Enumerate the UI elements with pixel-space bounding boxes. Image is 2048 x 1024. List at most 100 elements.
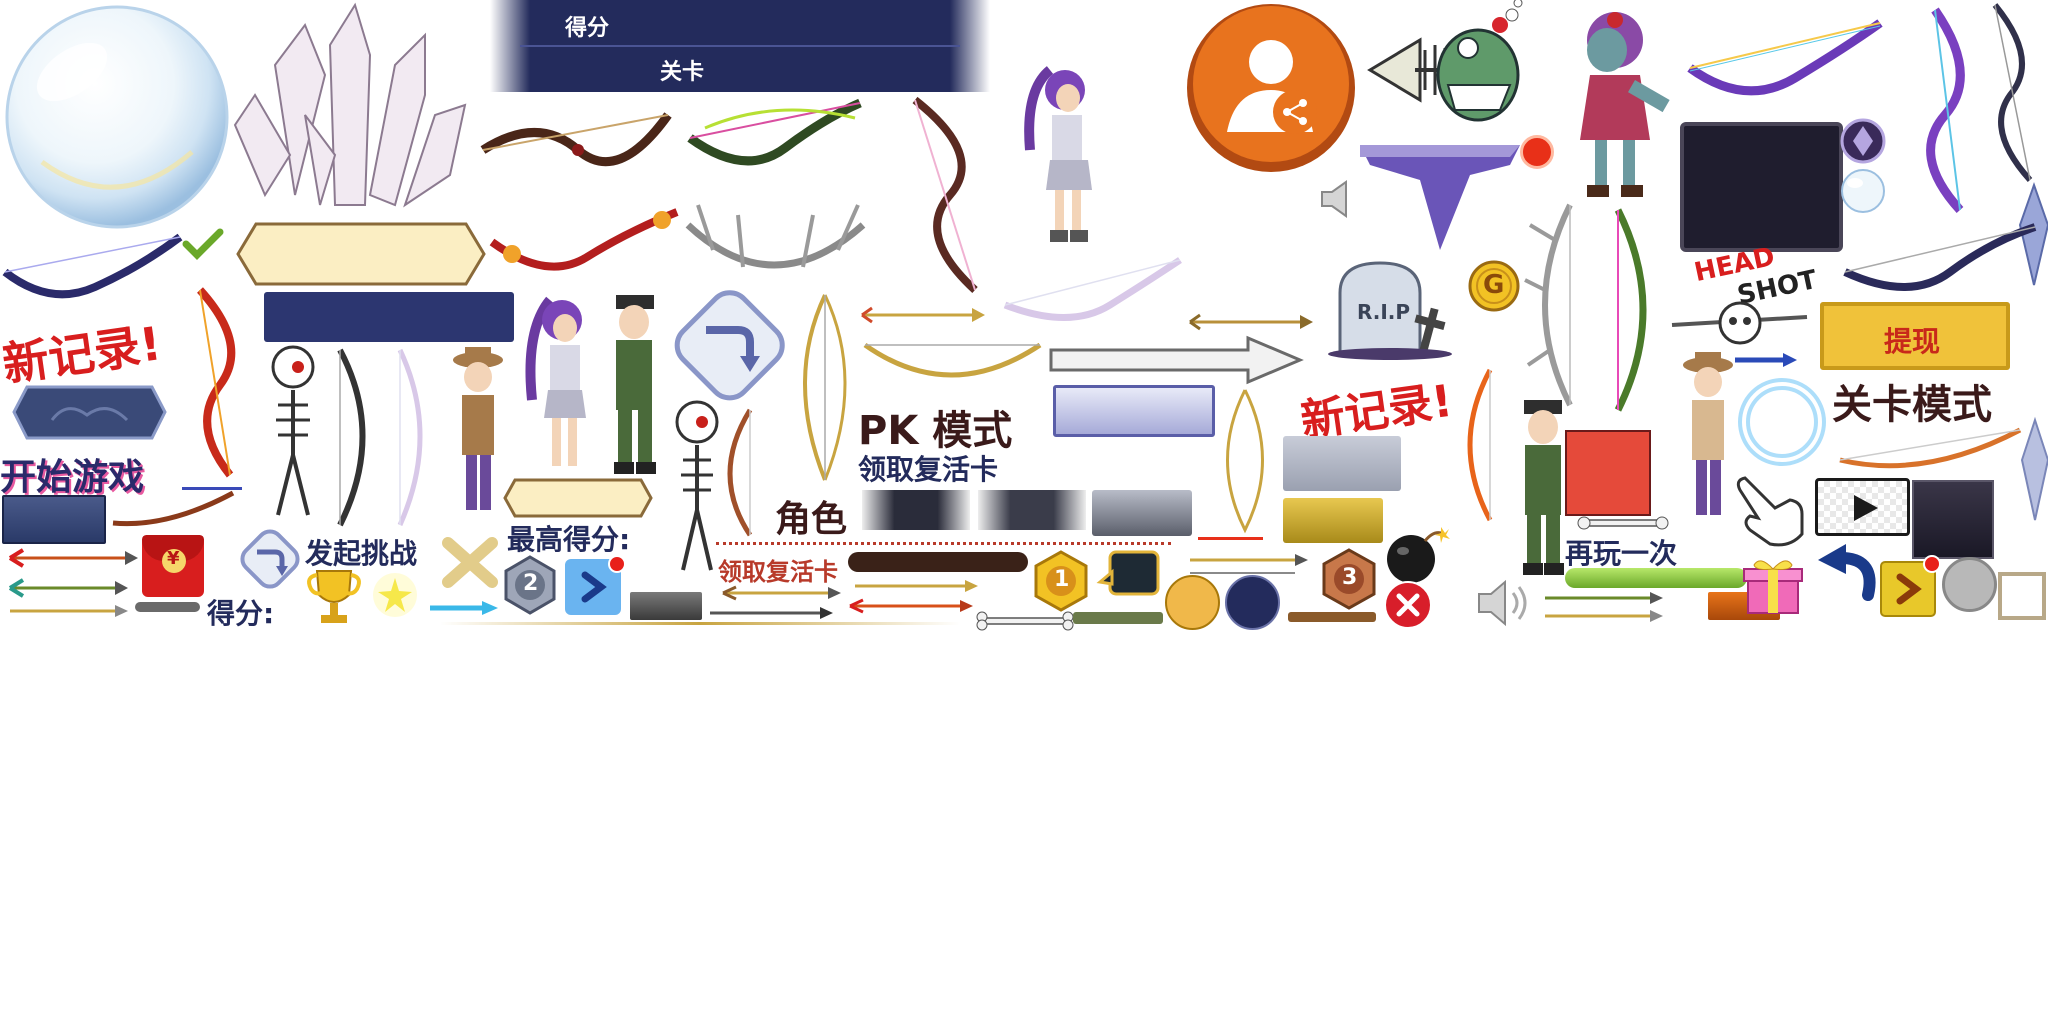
gold-coin-icon: G xyxy=(1468,260,1520,312)
bone-sprite xyxy=(975,611,1075,631)
red-line xyxy=(1198,537,1263,540)
arrow-sprite xyxy=(1540,608,1665,624)
next-chevron-button[interactable] xyxy=(565,555,626,615)
chevron-right-icon xyxy=(581,571,607,603)
challenge-label: 发起挑战 xyxy=(305,537,418,570)
bone-sprite xyxy=(1577,515,1669,531)
checkmark-icon xyxy=(182,228,224,260)
zombie-girl-sprite xyxy=(1545,0,1680,200)
arrow-sprite xyxy=(5,603,130,619)
share-avatar-button[interactable] xyxy=(1185,2,1357,174)
bow-sprite xyxy=(1840,222,2040,302)
next-chevron-button[interactable] xyxy=(1880,555,1941,620)
archer-girl-sprite xyxy=(1010,60,1110,250)
dark-panel xyxy=(1912,480,1994,559)
blue-ornament-panel xyxy=(12,385,167,440)
dark-gray-button[interactable] xyxy=(630,592,702,620)
bow-sprite xyxy=(325,345,385,530)
bubble-sprite xyxy=(2,2,232,232)
lavender-button[interactable] xyxy=(1053,385,1215,437)
arrow-sprite xyxy=(845,598,975,614)
purple-eye-icon[interactable] xyxy=(1840,118,1886,164)
speech-bubble-icon xyxy=(1096,548,1162,603)
bow-sprite xyxy=(1524,200,1615,410)
brown-progress-bar xyxy=(848,552,1028,572)
bow-sprite xyxy=(478,105,673,195)
gift-box-icon[interactable] xyxy=(1740,555,1805,617)
gold-panel xyxy=(1283,498,1383,543)
bow-sprite xyxy=(715,405,770,540)
crystal-cluster-sprite xyxy=(233,2,470,215)
wooden-stick-sprite xyxy=(1288,612,1376,622)
score-colon-label: 得分: xyxy=(207,597,275,630)
bow-sprite xyxy=(1835,420,2025,475)
gold-circle-button[interactable] xyxy=(1165,575,1220,630)
rank-1-medal: 1 xyxy=(1030,550,1092,612)
redo-arrow-icon[interactable] xyxy=(235,528,305,593)
pointer-hand-icon xyxy=(1730,470,1810,550)
bomb-icon xyxy=(1385,525,1450,585)
arrow-sprite xyxy=(1185,565,1310,579)
video-play-button[interactable] xyxy=(1815,478,1910,536)
revive-card-small-label: 领取复活卡 xyxy=(718,558,838,586)
gray-metal-button[interactable] xyxy=(1092,490,1192,536)
score-label: 得分 xyxy=(565,16,610,41)
fish-skeleton-monster-sprite xyxy=(1360,0,1523,135)
wooden-stick-sprite xyxy=(1073,612,1163,624)
navy-circle-button[interactable] xyxy=(1225,575,1280,630)
bow-sprite xyxy=(1608,205,1668,415)
bow-sprite xyxy=(1450,365,1510,525)
withdraw-button[interactable]: 提现 xyxy=(1820,302,2010,370)
red-dot-badge xyxy=(608,555,626,573)
speaker-icon[interactable] xyxy=(1475,578,1535,628)
bow-sprite xyxy=(1905,5,1985,215)
blue-arrow-sprite xyxy=(1735,352,1797,368)
bow-sprite xyxy=(860,335,1045,400)
gradient-strip xyxy=(862,490,970,530)
bow-sprite xyxy=(1985,0,2045,185)
headshot-badge: HEAD SHOT xyxy=(1671,242,1820,355)
redo-arrow-icon[interactable] xyxy=(668,290,790,405)
high-score-label: 最高得分: xyxy=(507,523,631,556)
role-label: 角色 xyxy=(775,499,848,540)
gradient-strip xyxy=(978,490,1086,530)
arrow-sprite xyxy=(705,605,835,621)
gray-panel xyxy=(1283,436,1401,491)
gray-circle-button[interactable] xyxy=(1942,557,1997,612)
arrow-sprite xyxy=(1185,312,1315,332)
bow-sprite xyxy=(108,488,238,533)
red-envelope-icon[interactable]: ¥ xyxy=(142,535,204,597)
bow-sprite xyxy=(905,95,990,295)
star-glow-icon xyxy=(370,570,420,620)
close-x-icon[interactable] xyxy=(440,535,500,590)
trophy-icon xyxy=(305,567,363,627)
bow-sprite xyxy=(1000,255,1185,335)
skeleton-sprite xyxy=(258,345,328,525)
rank-3-medal: 3 xyxy=(1318,548,1380,610)
withdraw-label: 提现 xyxy=(1884,325,1941,358)
rank-2-medal: 2 xyxy=(500,555,560,615)
coin-letter: G xyxy=(1483,270,1505,300)
navy-button[interactable] xyxy=(2,495,106,544)
speaker-muted-icon[interactable] xyxy=(1318,178,1360,220)
red-square-panel xyxy=(1565,430,1651,516)
red-dot-badge xyxy=(1520,135,1554,169)
arrow-sprite xyxy=(718,585,843,601)
close-button[interactable] xyxy=(1383,580,1433,630)
play-again-label: 再玩一次 xyxy=(1565,537,1678,570)
score-level-banner: 得分 关卡 xyxy=(490,0,990,92)
archer-girl-sprite xyxy=(520,290,600,480)
cowboy-sprite xyxy=(440,345,510,525)
blue-arrow-sprite xyxy=(430,600,498,616)
dark-panel xyxy=(1680,122,1843,252)
bow-sprite xyxy=(385,345,440,530)
back-arrow-icon[interactable] xyxy=(1810,540,1880,602)
rip-text: R.I.P xyxy=(1357,300,1411,324)
revive-card-label: 领取复活卡 xyxy=(858,453,999,486)
rank-2-text: 2 xyxy=(523,571,539,596)
level-label: 关卡 xyxy=(660,60,705,85)
white-frame-panel xyxy=(1998,572,2046,620)
rank-3-text: 3 xyxy=(1342,565,1358,590)
red-dot-badge xyxy=(1923,555,1941,573)
green-progress-bar xyxy=(1565,568,1747,588)
